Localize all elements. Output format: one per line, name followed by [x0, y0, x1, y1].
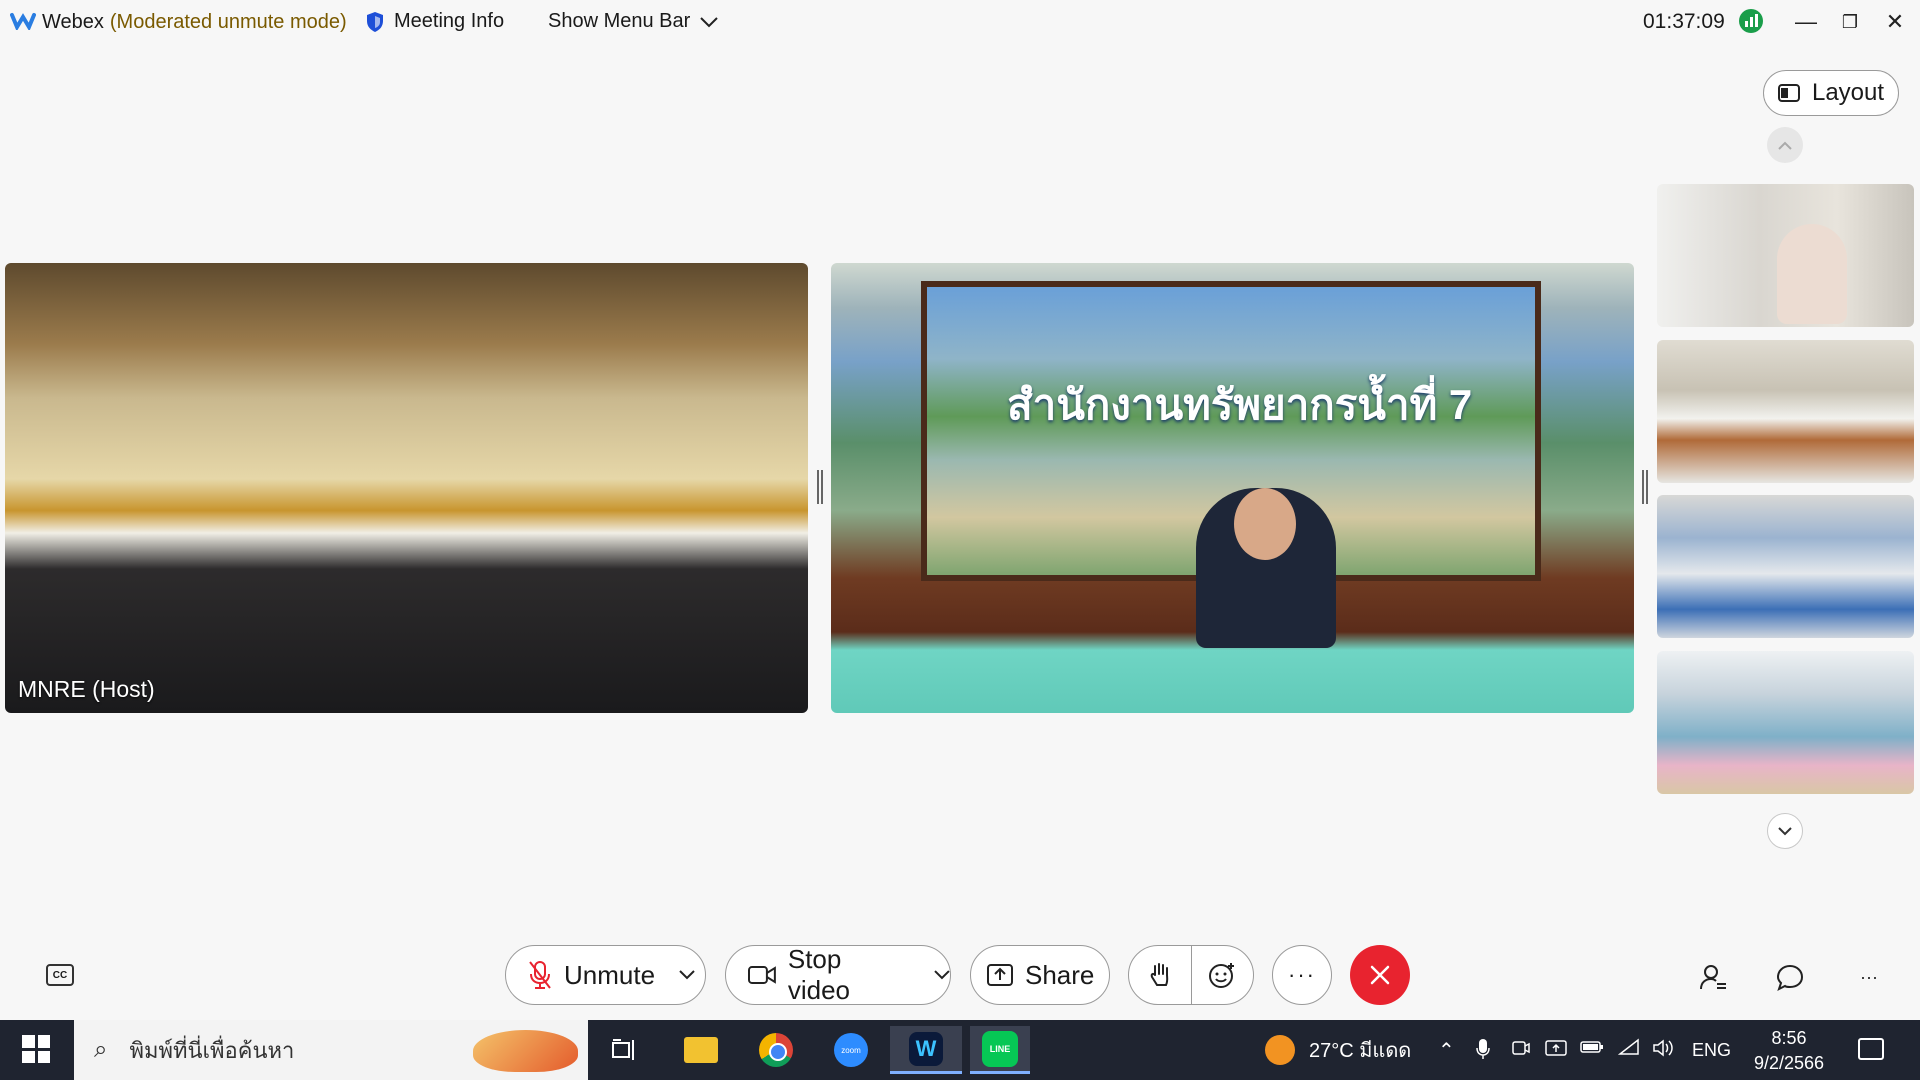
camera-tray-icon[interactable]: [1511, 1038, 1531, 1064]
microphone-icon[interactable]: [1476, 1038, 1490, 1066]
line-app-icon[interactable]: LINE: [970, 1026, 1030, 1074]
show-menu-bar-button[interactable]: Show Menu Bar: [548, 10, 719, 33]
taskbar-search-box[interactable]: ⌕ พิมพ์ที่นี่เพื่อค้นหา: [74, 1020, 588, 1080]
speaker-head: [1234, 488, 1296, 560]
taskbar-clock[interactable]: 8:56 9/2/2566: [1745, 1026, 1833, 1076]
thumbnail-video-2[interactable]: [1657, 340, 1914, 483]
participants-icon[interactable]: [1696, 960, 1730, 994]
thumbnail-video-1[interactable]: [1657, 184, 1914, 327]
wifi-icon[interactable]: [1617, 1038, 1640, 1062]
reactions-button[interactable]: [1191, 946, 1253, 1004]
taskbar-time: 8:56: [1771, 1028, 1807, 1048]
sun-icon: [1265, 1035, 1295, 1065]
share-button[interactable]: Share: [970, 945, 1110, 1005]
task-view-icon[interactable]: [600, 1026, 648, 1074]
video-tile-host[interactable]: MNRE (Host): [5, 263, 808, 713]
layout-icon: [1777, 84, 1800, 102]
show-menu-bar-label: Show Menu Bar: [548, 10, 691, 32]
resize-handle[interactable]: [1642, 470, 1648, 504]
taskbar-date: 9/2/2566: [1753, 1053, 1825, 1073]
participant-name: MNRE (Host): [18, 676, 155, 702]
layout-button[interactable]: Layout: [1763, 70, 1899, 116]
layout-label: Layout: [1811, 79, 1885, 106]
raise-hand-icon: [1150, 963, 1168, 986]
app-title: Webex (Moderated unmute mode): [42, 11, 347, 34]
unmute-label: Unmute: [564, 959, 656, 990]
muted-mic-icon: [529, 961, 551, 989]
share-screen-icon: [987, 964, 1013, 986]
resize-handle[interactable]: [817, 470, 823, 504]
chevron-up-icon: [1778, 141, 1792, 150]
hand-reaction-group: [1128, 945, 1254, 1005]
input-language[interactable]: ENG: [1692, 1020, 1731, 1080]
chevron-down-icon: [700, 16, 719, 27]
share-label: Share: [1025, 959, 1095, 990]
unmute-mode-label: (Moderated unmute mode): [109, 11, 347, 33]
webex-app-icon[interactable]: W: [890, 1026, 962, 1074]
title-bar: Webex (Moderated unmute mode) Meeting Inf…: [0, 0, 1920, 44]
app-name: Webex: [42, 11, 104, 33]
minimize-icon[interactable]: —: [1792, 8, 1820, 36]
restore-icon[interactable]: ❐: [1836, 8, 1864, 36]
stop-video-label: Stop video: [787, 944, 851, 1005]
leave-meeting-button[interactable]: [1350, 945, 1410, 1005]
banner-text: สำนักงานทรัพยากรน้ำที่ 7: [1007, 381, 1473, 428]
scroll-down-button[interactable]: [1767, 813, 1803, 849]
weather-text: 27°C มีแดด: [1309, 1040, 1412, 1062]
weather-widget[interactable]: 27°C มีแดด: [1265, 1020, 1411, 1080]
screen-share-tray-icon[interactable]: [1545, 1038, 1567, 1064]
thumbnail-video-3[interactable]: [1657, 495, 1914, 638]
meeting-info-button[interactable]: Meeting Info: [366, 10, 504, 33]
notification-center-icon[interactable]: [1858, 1038, 1884, 1060]
video-camera-icon: [748, 966, 776, 984]
line-app-label: LINE: [982, 1030, 1018, 1067]
search-icon: ⌕: [94, 1036, 108, 1063]
webex-logo-icon: [10, 13, 36, 30]
chevron-down-icon: [1778, 826, 1792, 835]
scroll-up-button[interactable]: [1767, 127, 1803, 163]
chevron-down-icon[interactable]: [679, 970, 695, 980]
windows-start-icon[interactable]: [22, 1035, 50, 1063]
windows-taskbar: ⌕ พิมพ์ที่นี่เพื่อค้นหา zoom W LINE 27°C…: [0, 1020, 1920, 1080]
chrome-icon[interactable]: [752, 1026, 800, 1074]
show-hidden-icons-icon[interactable]: ⌃: [1438, 1038, 1455, 1063]
file-explorer-icon[interactable]: [677, 1026, 725, 1074]
network-signal-icon[interactable]: [1739, 9, 1763, 33]
meeting-info-label: Meeting Info: [394, 10, 505, 32]
meeting-timer: 01:37:09: [1643, 10, 1725, 33]
volume-icon[interactable]: [1652, 1038, 1674, 1064]
shield-icon: [367, 11, 383, 32]
close-icon: [1370, 965, 1390, 985]
search-highlight-image: [473, 1030, 578, 1072]
closed-captions-icon[interactable]: CC: [46, 964, 74, 986]
battery-icon[interactable]: [1580, 1038, 1604, 1061]
zoom-app-icon[interactable]: zoom: [827, 1026, 875, 1074]
thumbnail-video-4[interactable]: [1657, 651, 1914, 794]
participant-figure: [1777, 224, 1847, 324]
more-options-button[interactable]: ···: [1272, 945, 1332, 1005]
search-placeholder: พิมพ์ที่นี่เพื่อค้นหา: [129, 1037, 295, 1063]
raise-hand-button[interactable]: [1129, 946, 1191, 1004]
stop-video-button[interactable]: Stop video: [725, 944, 951, 1005]
more-panels-icon[interactable]: ···: [1852, 960, 1886, 994]
emoji-reaction-icon: [1209, 963, 1235, 988]
video-tile-speaker[interactable]: สำนักงานทรัพยากรน้ำที่ 7: [831, 263, 1634, 713]
unmute-button[interactable]: Unmute: [505, 945, 706, 1005]
zoom-app-label: zoom: [834, 1033, 868, 1067]
close-icon[interactable]: ✕: [1881, 8, 1909, 36]
chevron-down-icon[interactable]: [934, 970, 950, 980]
chat-icon[interactable]: [1773, 960, 1807, 994]
